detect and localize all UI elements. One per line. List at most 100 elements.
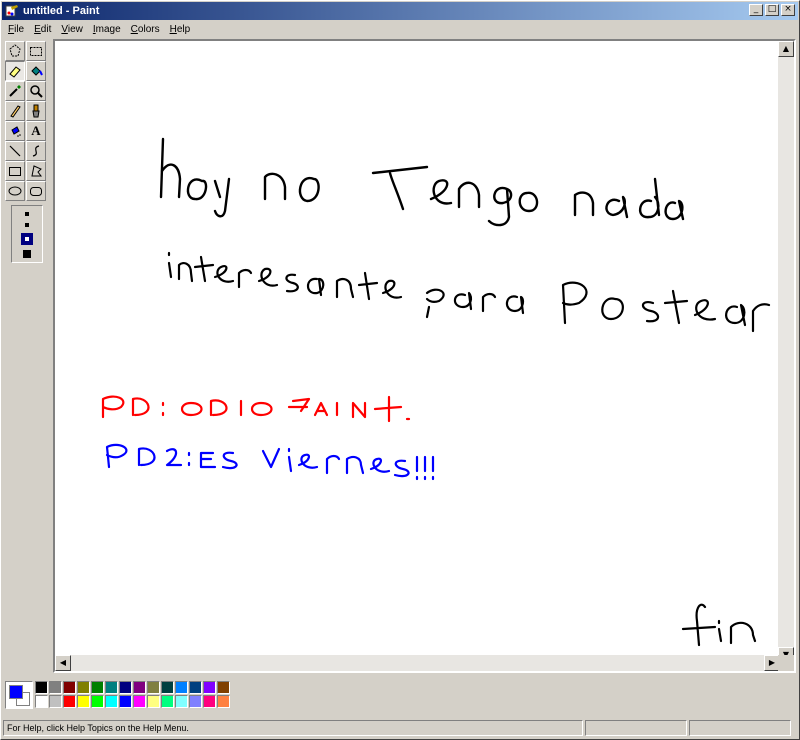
palette-color-swatch[interactable]: [63, 681, 76, 694]
scribble-line1: [159, 137, 685, 227]
palette-color-swatch[interactable]: [147, 681, 160, 694]
toolbox: A: [5, 41, 49, 263]
palette-color-swatch[interactable]: [49, 681, 62, 694]
canvas-frame: ▲ ▼ ◀ ▶: [53, 39, 796, 673]
status-cell-size: [689, 720, 791, 736]
eraser-size-selected-inner: [24, 236, 30, 242]
scroll-left-button[interactable]: ◀: [55, 655, 71, 671]
line-icon: [9, 145, 21, 157]
free-select-icon: [9, 44, 21, 57]
palette-color-swatch[interactable]: [133, 695, 146, 708]
canvas-drawing: [101, 137, 771, 647]
palette-color-swatch[interactable]: [91, 681, 104, 694]
palette-color-swatch[interactable]: [161, 695, 174, 708]
scribble-fin: [681, 603, 757, 647]
palette-color-swatch[interactable]: [119, 695, 132, 708]
eraser-icon: [9, 66, 21, 78]
current-colors[interactable]: [5, 681, 33, 709]
palette-color-swatch[interactable]: [203, 695, 216, 708]
menu-view[interactable]: View: [56, 24, 88, 35]
color-picker-tool[interactable]: [5, 81, 25, 101]
menu-image[interactable]: Image: [88, 24, 126, 35]
eraser-size-large[interactable]: [23, 250, 31, 258]
minimize-button[interactable]: _: [749, 4, 763, 16]
close-button[interactable]: ×: [781, 4, 795, 16]
palette-color-swatch[interactable]: [49, 695, 62, 708]
scrollbar-corner: [778, 655, 794, 671]
resize-grip[interactable]: [791, 720, 797, 738]
polygon-icon: [31, 165, 42, 177]
rectangle-icon: [9, 167, 21, 176]
menu-file[interactable]: File: [3, 24, 29, 35]
palette-color-swatch[interactable]: [77, 681, 90, 694]
color-palette: [5, 681, 231, 711]
scroll-up-button[interactable]: ▲: [778, 41, 794, 57]
palette-color-swatch[interactable]: [77, 695, 90, 708]
horizontal-scrollbar[interactable]: ◀ ▶: [55, 655, 780, 671]
paint-window: untitled - Paint _ □ × File Edit View Im…: [0, 0, 800, 740]
palette-color-swatch[interactable]: [63, 695, 76, 708]
menu-colors[interactable]: Colors: [126, 24, 165, 35]
palette-color-swatch[interactable]: [91, 695, 104, 708]
magnifier-tool[interactable]: [26, 81, 46, 101]
pencil-icon: [10, 105, 21, 118]
eraser-size-small[interactable]: [25, 212, 29, 216]
rounded-rectangle-tool[interactable]: [26, 181, 46, 201]
eyedropper-icon: [9, 85, 21, 97]
tool-options-panel: [11, 205, 43, 263]
title-bar[interactable]: untitled - Paint _ □ ×: [2, 2, 798, 20]
free-form-select-tool[interactable]: [5, 41, 25, 61]
palette-color-swatch[interactable]: [203, 681, 216, 694]
palette-color-swatch[interactable]: [161, 681, 174, 694]
text-tool-icon: A: [31, 123, 41, 138]
foreground-color-swatch: [9, 685, 23, 699]
text-tool[interactable]: A: [26, 121, 46, 141]
rectangle-tool[interactable]: [5, 161, 25, 181]
scribble-pd1: [101, 395, 411, 423]
palette-color-swatch[interactable]: [217, 681, 230, 694]
color-swatches: [35, 681, 231, 711]
palette-color-swatch[interactable]: [133, 681, 146, 694]
rect-select-icon: [30, 47, 42, 56]
pencil-tool[interactable]: [5, 101, 25, 121]
line-tool[interactable]: [5, 141, 25, 161]
vertical-scrollbar[interactable]: ▲ ▼: [778, 41, 794, 663]
ellipse-tool[interactable]: [5, 181, 25, 201]
palette-color-swatch[interactable]: [119, 681, 132, 694]
rect-select-tool[interactable]: [26, 41, 46, 61]
menu-help[interactable]: Help: [165, 24, 196, 35]
menu-edit[interactable]: Edit: [29, 24, 56, 35]
ellipse-icon: [8, 186, 22, 196]
airbrush-tool[interactable]: [5, 121, 25, 141]
magnifier-icon: [30, 85, 43, 98]
drawing-canvas[interactable]: [55, 41, 780, 663]
palette-color-swatch[interactable]: [175, 695, 188, 708]
eraser-tool[interactable]: [5, 61, 25, 81]
curve-tool[interactable]: [26, 141, 46, 161]
palette-color-swatch[interactable]: [189, 695, 202, 708]
brush-icon: [32, 104, 40, 118]
paint-bucket-icon: [31, 66, 43, 76]
palette-color-swatch[interactable]: [35, 681, 48, 694]
status-cell-position: [585, 720, 687, 736]
status-bar: For Help, click Help Topics on the Help …: [3, 720, 797, 738]
polygon-tool[interactable]: [26, 161, 46, 181]
rounded-rectangle-icon: [30, 187, 42, 196]
menu-bar: File Edit View Image Colors Help: [3, 21, 195, 37]
maximize-button[interactable]: □: [765, 4, 779, 16]
palette-color-swatch[interactable]: [105, 695, 118, 708]
status-help-text: For Help, click Help Topics on the Help …: [3, 720, 583, 736]
scribble-line2: [167, 251, 771, 333]
palette-color-swatch[interactable]: [147, 695, 160, 708]
palette-color-swatch[interactable]: [175, 681, 188, 694]
palette-color-swatch[interactable]: [189, 681, 202, 694]
palette-color-swatch[interactable]: [105, 681, 118, 694]
paint-app-icon: [5, 5, 18, 17]
palette-color-swatch[interactable]: [217, 695, 230, 708]
eraser-size-medium[interactable]: [25, 223, 29, 227]
airbrush-icon: [11, 126, 21, 137]
brush-tool[interactable]: [26, 101, 46, 121]
fill-tool[interactable]: [26, 61, 46, 81]
curve-icon: [32, 145, 40, 157]
palette-color-swatch[interactable]: [35, 695, 48, 708]
